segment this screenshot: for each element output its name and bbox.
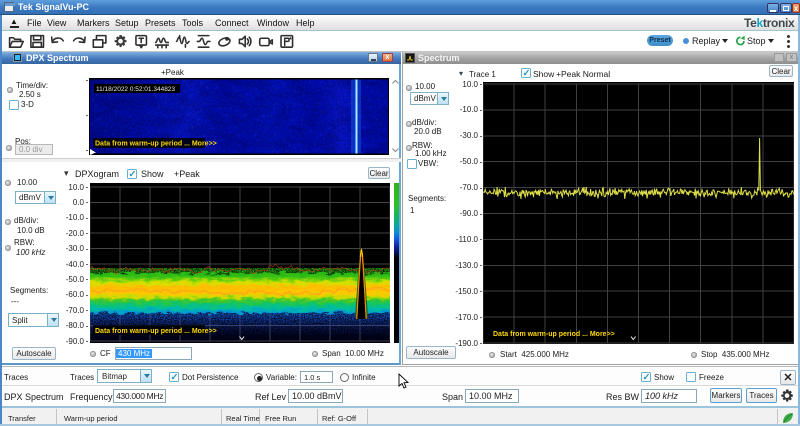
svg-text:Data from warm-up period ... M: Data from warm-up period ... More>> [493, 331, 615, 338]
svg-text:Data from warm-up period ... M: Data from warm-up period ... More>> [95, 141, 217, 148]
svg-text:11/18/2022 0:52:01.344823: 11/18/2022 0:52:01.344823 [96, 86, 175, 93]
svg-text:Data from warm-up period ... M: Data from warm-up period ... More>> [95, 328, 217, 335]
